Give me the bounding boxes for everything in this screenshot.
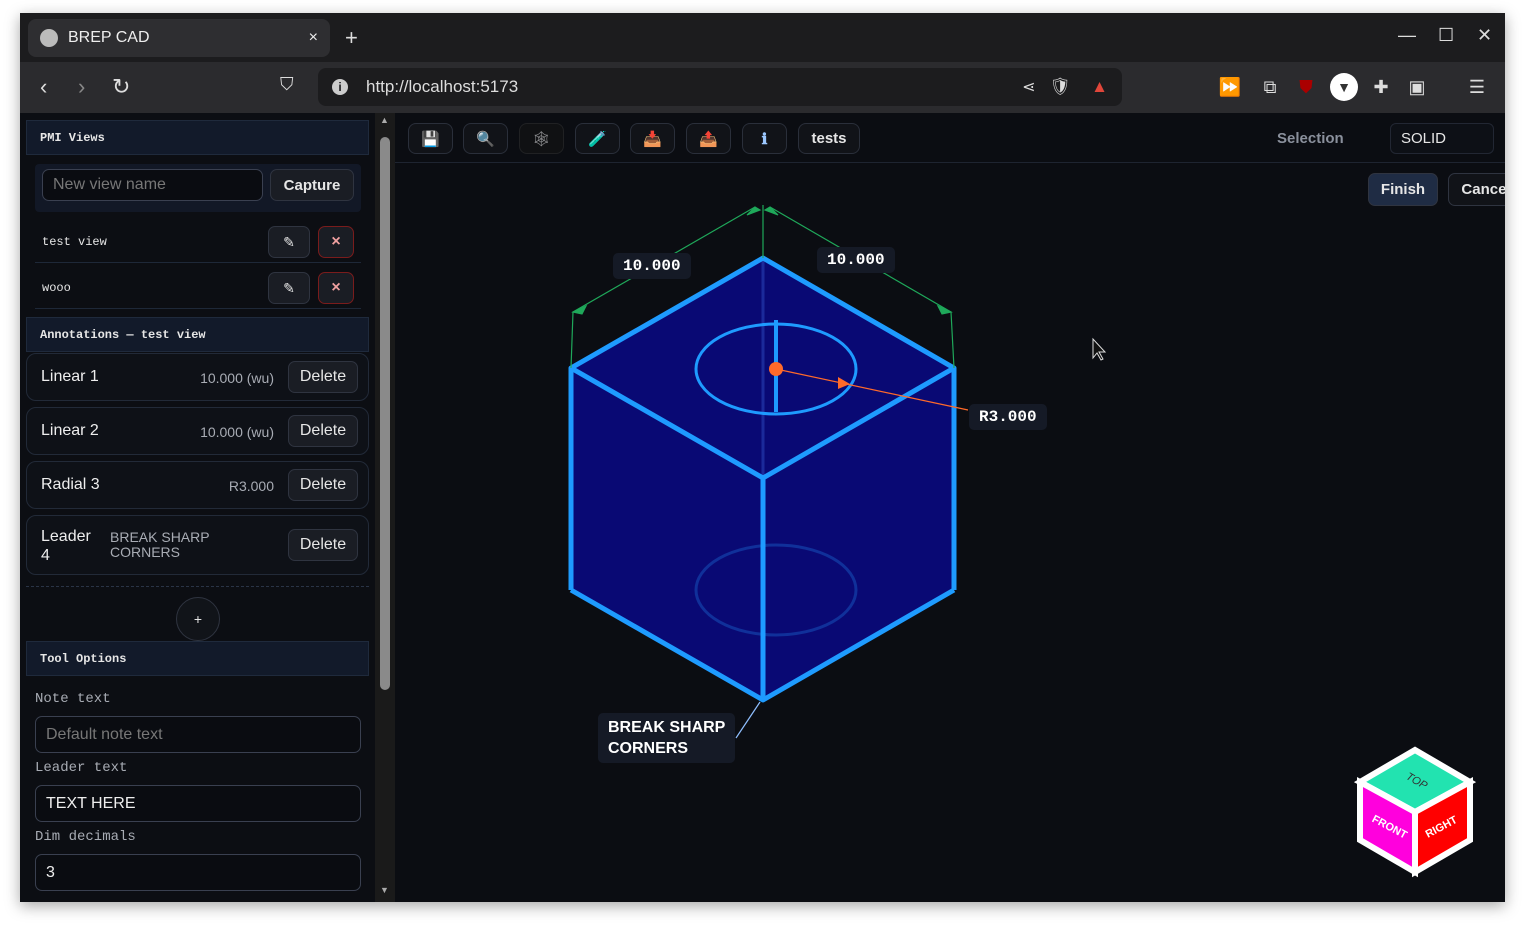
model-canvas: TOP FRONT RIGHT bbox=[568, 205, 1477, 878]
mouse-cursor-icon bbox=[1092, 337, 1107, 361]
radial-dimension-label[interactable]: R3.000 bbox=[969, 404, 1047, 430]
linear-dimension-label[interactable]: 10.000 bbox=[817, 247, 895, 273]
view-cube[interactable]: TOP FRONT RIGHT bbox=[1353, 746, 1477, 878]
leader-note-label[interactable]: BREAK SHARP CORNERS bbox=[598, 713, 736, 763]
leader-note-line: BREAK SHARP bbox=[608, 719, 726, 736]
linear-dimension-label[interactable]: 10.000 bbox=[613, 253, 691, 279]
solid-box bbox=[568, 255, 957, 703]
leader-note-line: CORNERS bbox=[608, 740, 689, 757]
leader-line bbox=[735, 701, 761, 739]
